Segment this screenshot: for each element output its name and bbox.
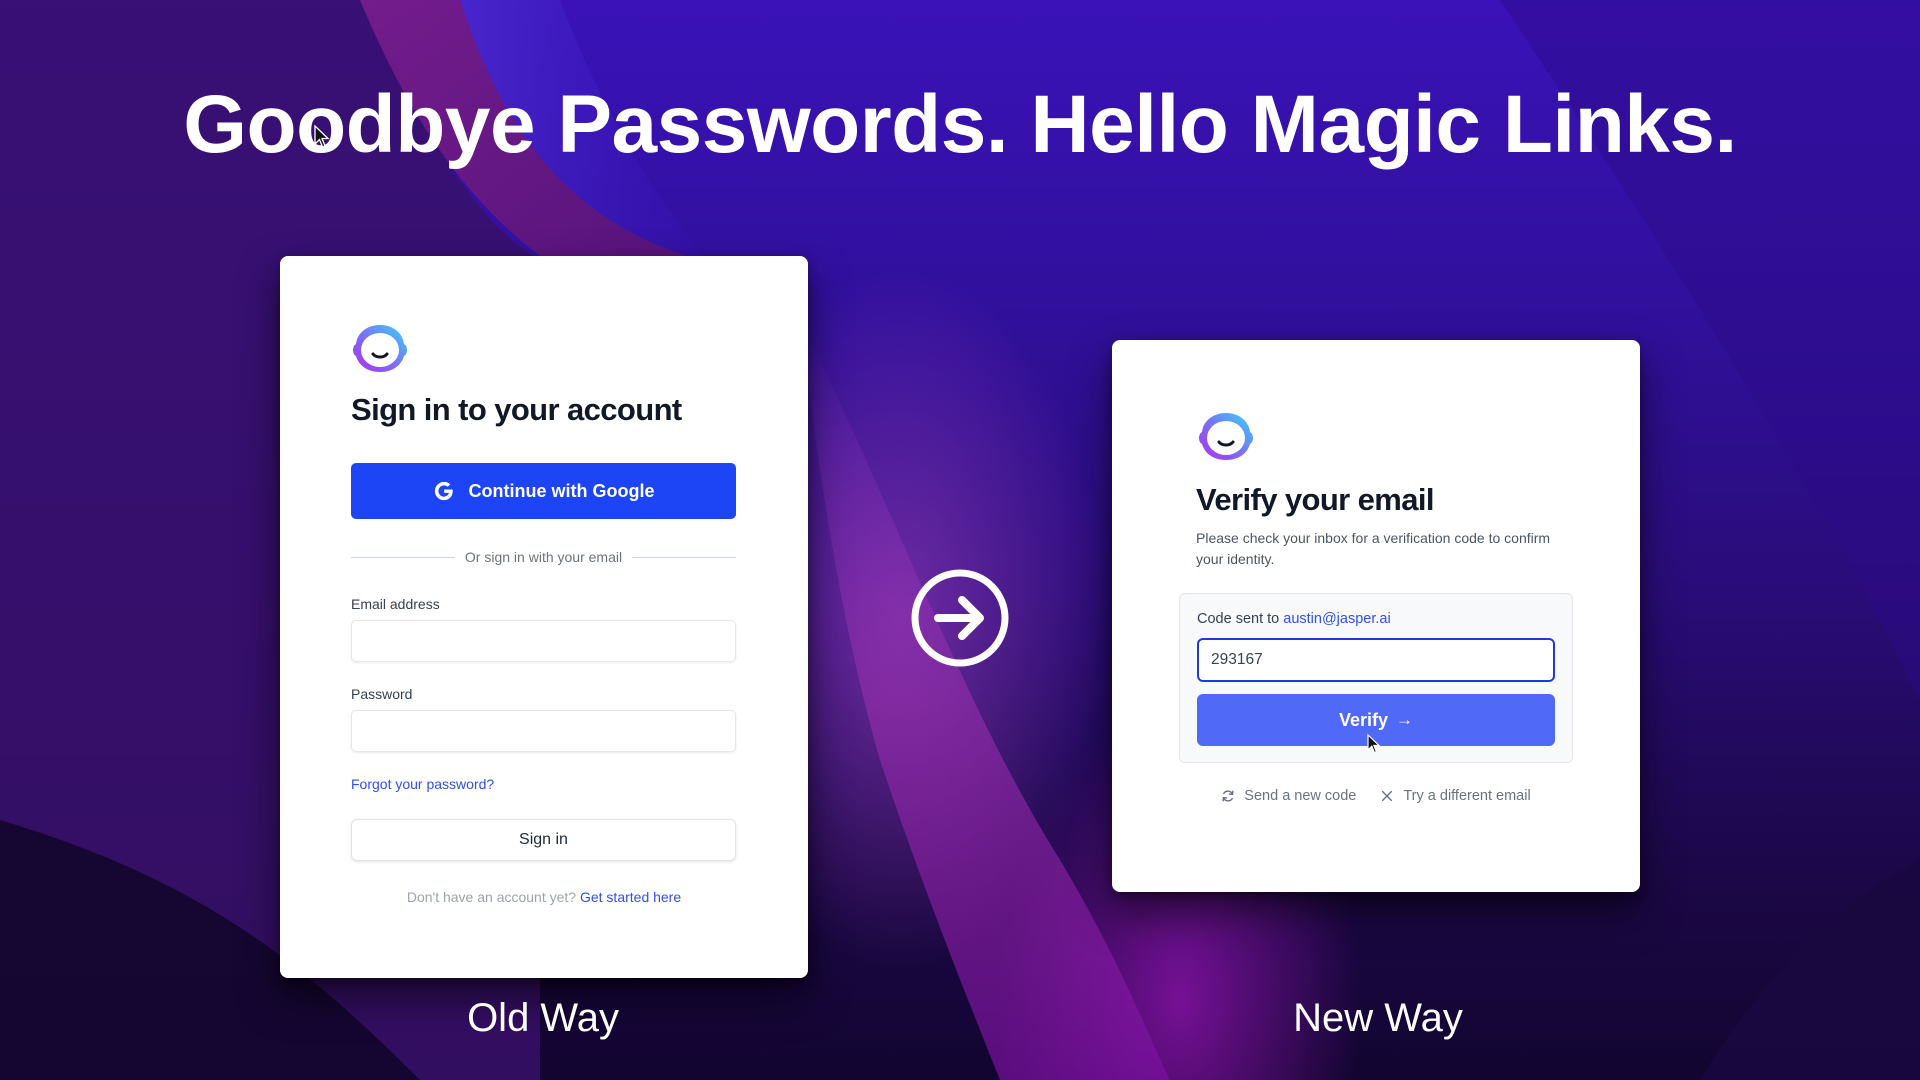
password-label: Password — [351, 686, 413, 702]
try-different-email-button[interactable]: Try a different email — [1380, 788, 1531, 804]
new-way-verify-card: Verify your email Please check your inbo… — [1112, 340, 1640, 892]
divider-line-right — [632, 556, 737, 558]
code-sent-line: Code sent to austin@jasper.ai — [1197, 611, 1391, 627]
google-button-label: Continue with Google — [468, 480, 655, 501]
verify-title: Verify your email — [1196, 482, 1435, 517]
mouse-cursor-icon — [314, 124, 330, 148]
email-divider: Or sign in with your email — [351, 549, 737, 565]
arrow-right-circle-icon — [911, 569, 1009, 667]
send-new-code-label: Send a new code — [1244, 788, 1357, 804]
old-way-signin-card: Sign in to your account Continue with Go… — [280, 256, 808, 978]
signup-prompt-text: Don't have an account yet? — [406, 889, 577, 905]
try-different-email-label: Try a different email — [1403, 788, 1531, 804]
jasper-logo-icon — [353, 325, 407, 372]
recipient-email: austin@jasper.ai — [1283, 611, 1391, 627]
email-input[interactable] — [351, 620, 736, 662]
verification-code-input[interactable] — [1197, 638, 1555, 682]
old-way-caption: Old Way — [467, 996, 619, 1040]
send-new-code-button[interactable]: Send a new code — [1221, 788, 1356, 804]
mouse-cursor-icon — [1367, 733, 1381, 754]
get-started-link[interactable]: Get started here — [580, 889, 681, 905]
verify-subtitle: Please check your inbox for a verificati… — [1196, 530, 1551, 567]
verify-button-label: Verify — [1338, 709, 1389, 730]
sign-in-button[interactable]: Sign in — [351, 819, 736, 861]
jasper-logo-icon — [1199, 413, 1253, 460]
arrow-right-icon: → — [1396, 710, 1414, 729]
password-input[interactable] — [351, 710, 736, 752]
forgot-password-link[interactable]: Forgot your password? — [351, 776, 494, 792]
close-icon — [1382, 790, 1393, 802]
verify-actions: Send a new code Try a different email — [1112, 788, 1640, 804]
new-way-caption: New Way — [1293, 996, 1463, 1040]
divider-text: Or sign in with your email — [464, 549, 623, 565]
signin-title: Sign in to your account — [351, 392, 682, 427]
code-sent-prefix: Code sent to — [1197, 611, 1280, 627]
continue-with-google-button[interactable]: Continue with Google — [351, 463, 736, 519]
refresh-icon — [1222, 790, 1234, 802]
headline: Goodbye Passwords. Hello Magic Links. — [183, 79, 1737, 170]
divider-line-left — [351, 556, 455, 558]
email-label: Email address — [351, 596, 440, 612]
google-g-icon — [434, 481, 453, 501]
signup-prompt: Don't have an account yet? Get started h… — [280, 889, 808, 905]
